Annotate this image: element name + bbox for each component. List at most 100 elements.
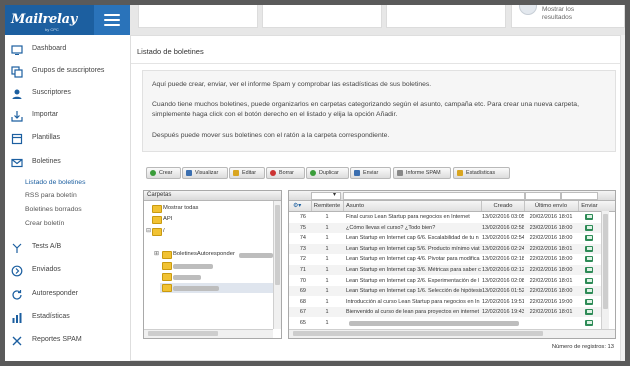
envelope-icon [11, 158, 23, 168]
expand-icon[interactable]: ⊞ [154, 250, 159, 257]
folder-icon [152, 216, 162, 224]
gear-icon: ⚙▾ [293, 203, 302, 209]
scroll-thumb[interactable] [275, 205, 280, 285]
subnav-listado-boletines[interactable]: Listado de boletines [25, 179, 85, 186]
column-header-enviar[interactable]: Enviar [578, 201, 601, 211]
column-header-remitente[interactable]: Remitente [311, 201, 344, 211]
table-filter-bar: ▾ [289, 191, 615, 201]
boletines-panel: Listado de boletines Aquí puede crear, e… [130, 35, 621, 361]
folders-vertical-scrollbar[interactable] [273, 201, 281, 329]
table-row[interactable]: 76 1 Final curso Lean Startup para negocio… [289, 212, 601, 222]
table-row[interactable]: 68 1 Introducción al curso Lean Startup pa… [289, 297, 601, 307]
cell-subject: Introducción al curso Lean Startup para … [346, 298, 480, 305]
estadisticas-button[interactable]: Estadísticas [453, 167, 510, 179]
sidebar-item-boletines[interactable]: Boletines [5, 156, 130, 170]
table-row[interactable]: 65 1 [289, 318, 601, 328]
column-header-ultimo-envio[interactable]: Último envío [524, 201, 579, 211]
table-row[interactable]: 73 1 Lean Startup en Internet cap 5/6. Pro… [289, 243, 601, 254]
sidebar-item-estadisticas[interactable]: Estadísticas [5, 311, 130, 325]
subnav-rss-boletin[interactable]: RSS para boletín [25, 192, 77, 199]
scroll-thumb[interactable] [603, 214, 608, 309]
button-label: Enviar [363, 169, 379, 176]
user-icon [12, 89, 22, 99]
sidebar-item-dashboard[interactable]: Dashboard [5, 43, 130, 57]
mailrelay-logo: Mailrelay [11, 12, 78, 27]
editar-button[interactable]: Editar [229, 167, 265, 179]
sidebar-item-grupos[interactable]: Grupos de suscriptores [5, 65, 130, 79]
table-row[interactable]: 71 1 Lean Startup en Internet cap 3/6. Mét… [289, 265, 601, 275]
folders-horizontal-scrollbar[interactable] [144, 329, 273, 338]
send-newsletter-icon[interactable] [585, 256, 593, 263]
sidebar-item-autoresponder[interactable]: Autoresponder [5, 288, 130, 302]
import-icon [11, 111, 23, 122]
card-text: Mostrar los resultados [542, 6, 574, 22]
filter-created-input[interactable] [525, 192, 561, 200]
cell-subject: Lean Startup en Internet cap 2/6. Experi… [346, 277, 480, 284]
table-row[interactable]: 69 1 Lean Startup en Internet cap 1/6. Sel… [289, 286, 601, 297]
split-icon [12, 243, 22, 253]
sidebar-item-importar[interactable]: Importar [5, 109, 130, 123]
report-icon [397, 170, 403, 176]
brand-header: Mailrelay by CPC [5, 5, 130, 35]
cell-subject: ¿Cómo llevas el curso? ¿Todo bien? [346, 224, 436, 231]
table-row[interactable]: 72 1 Lean Startup en Internet cap 4/6. Piv… [289, 254, 601, 264]
subnav-crear-boletin[interactable]: Crear boletín [25, 220, 64, 227]
borrar-button[interactable]: Borrar [266, 167, 305, 179]
column-header-asunto[interactable]: Asunto [343, 201, 482, 211]
folder-icon [152, 205, 162, 213]
sidebar-item-label: Enviados [32, 266, 61, 273]
send-newsletter-icon[interactable] [585, 214, 593, 220]
sidebar-item-reportes-spam[interactable]: Reportes SPAM [5, 334, 130, 348]
send-newsletter-icon[interactable] [585, 245, 593, 252]
table-row[interactable]: 74 1 Lean Startup en Internet cap 6/6. Esc… [289, 233, 601, 243]
sidebar-item-suscriptores[interactable]: Suscriptores [5, 87, 130, 101]
cell-id: 76 [299, 214, 306, 220]
table-body: 76 1 Final curso Lean Startup para negocio… [289, 212, 601, 330]
filter-select[interactable] [311, 192, 341, 200]
subnav-boletines-borrados[interactable]: Boletines borrados [25, 206, 82, 213]
send-newsletter-icon[interactable] [585, 277, 593, 284]
send-newsletter-icon[interactable] [585, 298, 593, 305]
sent-icon [11, 265, 23, 277]
send-newsletter-icon[interactable] [585, 267, 593, 273]
collapse-icon[interactable]: ⊟ [146, 227, 151, 234]
table-row[interactable]: 67 1 Bienvenido al curso de lean para proy… [289, 307, 601, 318]
table-horizontal-scrollbar[interactable] [289, 329, 615, 338]
table-row[interactable]: 75 1 ¿Cómo llevas el curso? ¿Todo bien? 13/… [289, 222, 601, 233]
send-newsletter-icon[interactable] [585, 224, 593, 231]
send-newsletter-icon[interactable] [585, 320, 593, 326]
cell-rem: 1 [325, 245, 329, 252]
cell-rem: 1 [325, 298, 329, 305]
table-vertical-scrollbar[interactable] [601, 211, 609, 329]
stats-card[interactable]: Mostrar los resultados [511, 5, 625, 28]
sidebar-item-enviados[interactable]: Enviados [5, 264, 130, 278]
sidebar-item-plantillas[interactable]: Plantillas [5, 132, 130, 146]
scroll-thumb[interactable] [148, 331, 218, 336]
column-header-creado[interactable]: Creado [482, 201, 525, 211]
send-newsletter-icon[interactable] [585, 309, 593, 316]
crear-button[interactable]: Crear [146, 167, 181, 179]
send-newsletter-icon[interactable] [585, 235, 593, 242]
duplicar-button[interactable]: Duplicar [306, 167, 349, 179]
divider [131, 63, 620, 64]
template-icon [11, 133, 23, 145]
cell-rem: 1 [325, 267, 329, 273]
sidebar-item-tests-ab[interactable]: Tests A/B [5, 241, 130, 255]
table-row[interactable]: 70 1 Lean Startup en Internet cap 2/6. Exp… [289, 276, 601, 286]
button-label: Borrar [279, 169, 294, 176]
close-icon [12, 336, 22, 346]
scroll-thumb[interactable] [293, 331, 543, 336]
cell-subject: Final curso Lean Startup para negocios e… [346, 214, 470, 220]
cell-last [524, 318, 578, 328]
info-text: Aquí puede crear, enviar, ver el informe… [152, 81, 432, 88]
menu-toggle-button[interactable] [94, 5, 130, 35]
cell-rem: 1 [325, 224, 329, 231]
visualizar-button[interactable]: Visualizar [182, 167, 228, 179]
informe-spam-button[interactable]: Informe SPAM [393, 167, 451, 179]
filter-last-input[interactable] [561, 192, 598, 200]
filter-subject-input[interactable] [343, 192, 525, 200]
send-newsletter-icon[interactable] [585, 288, 593, 295]
record-count: Número de registros: 13 [551, 344, 614, 350]
enviar-button[interactable]: Enviar [350, 167, 391, 179]
sort-id-column[interactable]: ⚙▾ [289, 201, 312, 211]
